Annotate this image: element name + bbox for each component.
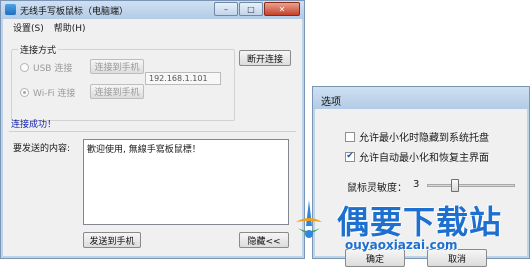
window-title: 无线手写板鼠标（电脑端） bbox=[20, 7, 129, 17]
connection-status: 连接成功！ bbox=[11, 120, 57, 130]
options-titlebar[interactable]: 选项 bbox=[313, 87, 529, 109]
menu-settings[interactable]: 设置(S) bbox=[13, 21, 44, 34]
main-client-area: 设置(S) 帮助(H) 连接方式 USB 连接 连接到手机 Wi-Fi 连接 连… bbox=[3, 19, 302, 256]
auto-minimize-option[interactable]: ✔ 允许自动最小化和恢复主界面 bbox=[345, 149, 489, 164]
menu-help[interactable]: 帮助(H) bbox=[54, 21, 86, 34]
group-title: 连接方式 bbox=[18, 43, 59, 56]
usb-radio[interactable] bbox=[20, 63, 29, 72]
divider bbox=[9, 131, 296, 132]
usb-label: USB 连接 bbox=[33, 64, 73, 74]
ip-address-input[interactable]: 192.168.1.101 bbox=[145, 72, 221, 85]
sensitivity-value: 3 bbox=[413, 179, 420, 190]
main-window: 无线手写板鼠标（电脑端） – □ ✕ 设置(S) 帮助(H) 连接方式 USB … bbox=[0, 0, 305, 259]
maximize-button[interactable]: □ bbox=[239, 2, 263, 16]
watermark-logo-icon bbox=[296, 200, 322, 238]
auto-minimize-label: 允许自动最小化和恢复主界面 bbox=[359, 153, 489, 164]
hide-to-tray-label: 允许最小化时隐藏到系统托盘 bbox=[359, 133, 489, 144]
connect-usb-button[interactable]: 连接到手机 bbox=[90, 59, 144, 74]
options-title: 选项 bbox=[321, 97, 341, 108]
connection-method-group: 连接方式 USB 连接 连接到手机 Wi-Fi 连接 连接到手机 bbox=[11, 43, 235, 121]
hide-to-tray-option[interactable]: 允许最小化时隐藏到系统托盘 bbox=[345, 129, 489, 144]
hide-button[interactable]: 隐藏<< bbox=[239, 232, 289, 248]
minimize-button[interactable]: – bbox=[214, 2, 238, 16]
sensitivity-slider[interactable] bbox=[427, 179, 515, 192]
message-label: 要发送的内容: bbox=[13, 144, 71, 154]
close-button[interactable]: ✕ bbox=[264, 2, 300, 16]
connect-wifi-button[interactable]: 连接到手机 bbox=[90, 84, 144, 99]
slider-thumb[interactable] bbox=[451, 179, 459, 192]
watermark-url: ouyaoxiazai.com bbox=[345, 238, 458, 252]
main-titlebar[interactable]: 无线手写板鼠标（电脑端） – □ ✕ bbox=[1, 1, 304, 19]
message-textarea[interactable]: 歡迎使用, 無線手寫板鼠標！ bbox=[83, 139, 289, 225]
wifi-option[interactable]: Wi-Fi 连接 bbox=[20, 86, 75, 99]
watermark-text: 偶要下载站 bbox=[337, 203, 503, 241]
usb-option[interactable]: USB 连接 bbox=[20, 61, 72, 74]
send-to-phone-button[interactable]: 发送到手机 bbox=[83, 232, 141, 248]
menu-bar: 设置(S) 帮助(H) bbox=[3, 19, 302, 35]
sensitivity-label: 鼠标灵敏度： bbox=[347, 183, 407, 194]
hide-to-tray-checkbox[interactable] bbox=[345, 131, 355, 142]
wifi-label: Wi-Fi 连接 bbox=[33, 89, 76, 99]
disconnect-button[interactable]: 断开连接 bbox=[239, 50, 291, 66]
app-icon bbox=[5, 4, 16, 15]
wifi-radio[interactable] bbox=[20, 88, 29, 97]
auto-minimize-checkbox[interactable]: ✔ bbox=[345, 151, 355, 162]
